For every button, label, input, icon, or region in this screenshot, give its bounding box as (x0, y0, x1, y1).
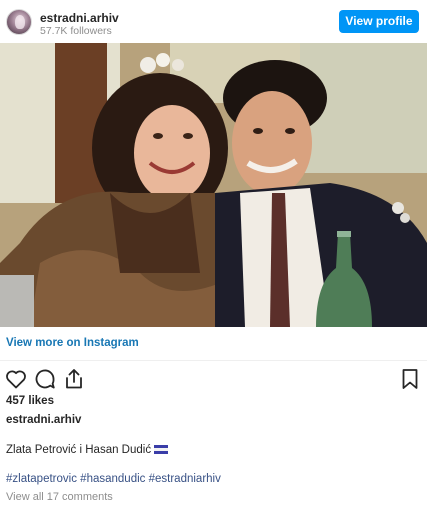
view-comments-link[interactable]: View all 17 comments (6, 491, 113, 503)
follower-count: 57.7K followers (40, 25, 112, 37)
share-icon[interactable] (62, 367, 86, 391)
view-profile-button[interactable]: View profile (339, 10, 419, 33)
comment-icon[interactable] (33, 367, 57, 391)
caption-body: Zlata Petrović i Hasan Dudić (6, 444, 152, 456)
profile-username[interactable]: estradni.arhiv (40, 11, 119, 25)
heart-icon[interactable] (4, 367, 28, 391)
like-count[interactable]: 457 likes (6, 395, 54, 407)
flag-emoji-icon (154, 445, 169, 454)
divider (0, 360, 427, 361)
bookmark-icon[interactable] (398, 367, 422, 391)
post-header: estradni.arhiv 57.7K followers View prof… (0, 0, 427, 43)
hashtag-zlatapetrovic[interactable]: #zlatapetrovic (6, 473, 77, 485)
hashtag-hasandudic[interactable]: #hasandudic (80, 473, 145, 485)
view-more-link[interactable]: View more on Instagram (6, 337, 139, 349)
hashtag-list: #zlatapetrovic #hasandudic #estradniarhi… (6, 473, 221, 485)
avatar[interactable] (6, 9, 32, 35)
caption-username[interactable]: estradni.arhiv (6, 414, 81, 426)
post-photo[interactable] (0, 43, 427, 327)
caption-text: Zlata Petrović i Hasan Dudić (6, 444, 169, 456)
hashtag-estradniarhiv[interactable]: #estradniarhiv (149, 473, 221, 485)
